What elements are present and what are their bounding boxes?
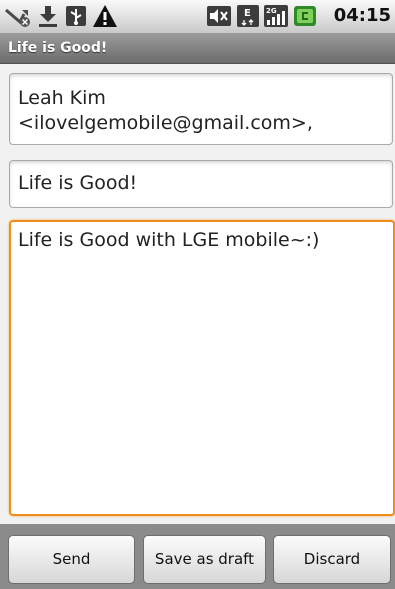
message-body-field[interactable]: Life is Good with LGE mobile~:)	[9, 220, 395, 516]
edge-data-icon: E	[237, 5, 259, 27]
to-field[interactable]: Leah Kim <ilovelgemobile@gmail.com>,	[9, 73, 393, 145]
missed-call-icon	[5, 8, 30, 27]
action-bar: Send Save as draft Discard	[0, 524, 395, 589]
svg-text:E: E	[244, 8, 251, 19]
save-as-draft-button[interactable]: Save as draft	[143, 535, 266, 584]
svg-text:2G: 2G	[266, 7, 277, 15]
mute-icon	[207, 6, 231, 26]
subject-field[interactable]: Life is Good!	[9, 160, 393, 208]
battery-charging-icon	[294, 6, 316, 26]
status-bar: E 2G 04:15	[0, 0, 395, 34]
download-icon	[39, 6, 57, 27]
warning-icon	[93, 5, 117, 27]
send-button[interactable]: Send	[8, 535, 135, 584]
title-bar: Life is Good!	[0, 34, 395, 64]
status-time: 04:15	[333, 5, 391, 26]
signal-2g-icon: 2G	[264, 5, 288, 27]
compose-area: Leah Kim <ilovelgemobile@gmail.com>, Lif…	[0, 64, 395, 524]
discard-button[interactable]: Discard	[273, 535, 391, 584]
page-title: Life is Good!	[8, 40, 108, 56]
usb-icon	[66, 6, 86, 26]
